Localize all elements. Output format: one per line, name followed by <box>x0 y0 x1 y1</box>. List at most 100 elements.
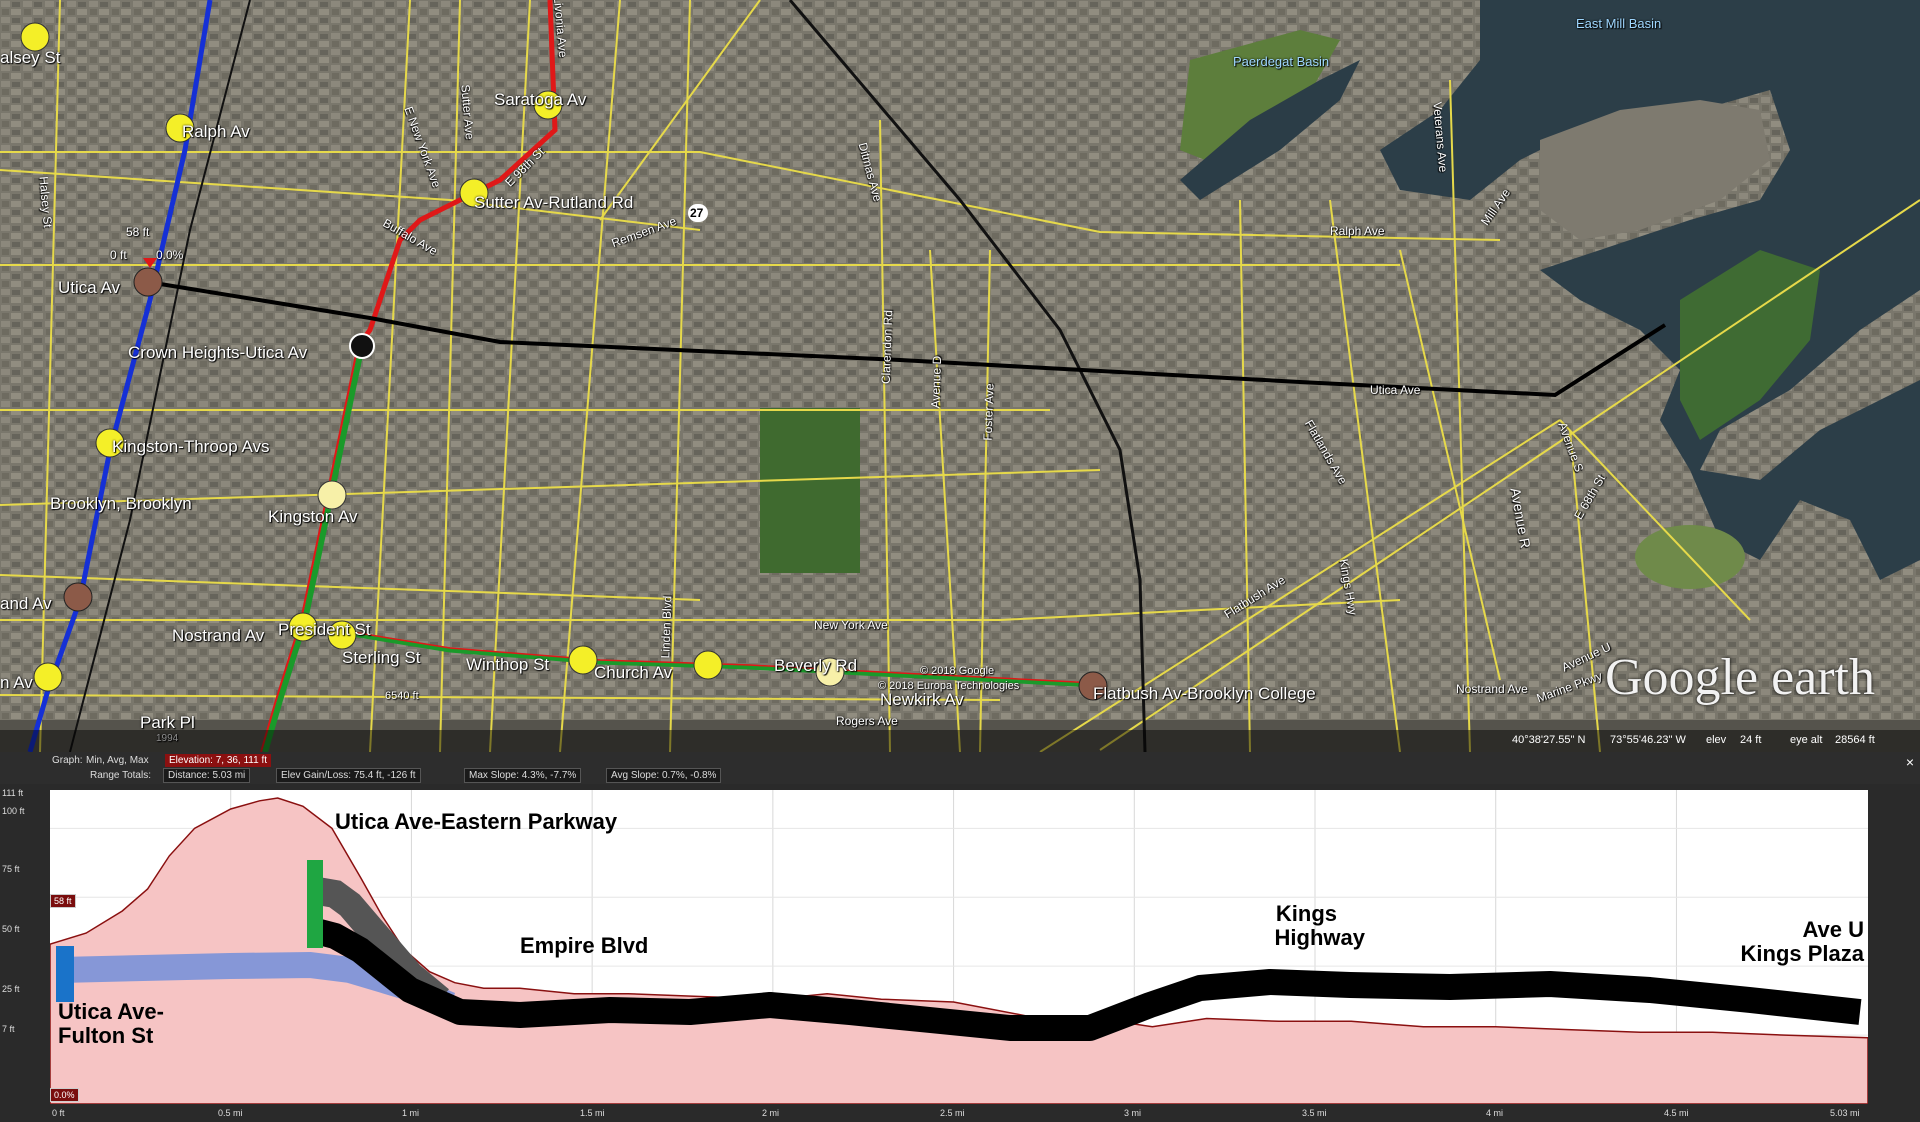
station-label-eastern-parkway: Utica Ave-Eastern Parkway <box>335 809 618 834</box>
station-label[interactable]: Flatbush Av-Brooklyn College <box>1093 684 1316 704</box>
water-label: Paerdegat Basin <box>1233 54 1330 69</box>
street-label: Buffalo Ave <box>380 215 440 259</box>
google-earth-logo: Google earth <box>1605 649 1876 706</box>
graph-value[interactable]: Min, Avg, Max <box>82 754 153 767</box>
y-tick-label: 111 ft <box>2 788 24 798</box>
station-label[interactable]: Saratoga Av <box>494 90 586 110</box>
station-label[interactable]: Kingston-Throop Avs <box>112 437 270 457</box>
water-label: East Mill Basin <box>1576 16 1662 31</box>
street-label: Flatlands Ave <box>1301 417 1350 487</box>
scale-label: 6540 ft <box>385 690 419 702</box>
x-tick-label: 1.5 mi <box>580 1108 605 1118</box>
station-label[interactable]: Kingston Av <box>268 507 357 527</box>
street-label: E 68th St <box>1571 472 1609 522</box>
elevation-plot[interactable]: Utica Ave- Fulton St Utica Ave-Eastern Pa… <box>50 790 1868 1104</box>
avg-slope: Avg Slope: 0.7%, -0.8% <box>606 768 722 783</box>
eastern-parkway-marker <box>307 860 323 948</box>
station-label[interactable]: alsey St <box>0 48 60 68</box>
y-tick-label: 7 ft <box>2 1024 15 1034</box>
street-label: E New York Ave <box>401 104 444 190</box>
map-labels: alsey St Ralph Av Utica Av Crown Heights… <box>0 0 1920 752</box>
street-label: Marine Pkwy <box>1534 668 1605 706</box>
x-tick-label: 5.03 mi <box>1830 1108 1860 1118</box>
eye-alt-label: eye alt <box>1790 734 1823 746</box>
street-label: New York Ave <box>814 618 888 632</box>
station-label[interactable]: Utica Av <box>58 278 120 298</box>
y-tick-label: 25 ft <box>2 984 20 994</box>
street-label: Kings Hwy <box>1336 557 1361 617</box>
street-label: Mill Ave <box>1478 186 1514 228</box>
marker-ground: 0 ft <box>110 248 127 262</box>
utica-fulton-marker <box>56 946 74 1002</box>
street-label: Rogers Ave <box>836 714 898 728</box>
station-label[interactable]: Nostrand Av <box>172 626 264 646</box>
station-label[interactable]: Church Av <box>594 663 672 683</box>
y-tick-label: 75 ft <box>2 864 20 874</box>
street-label: Foster Ave <box>980 383 997 441</box>
station-label[interactable]: and Av <box>0 594 52 614</box>
station-label[interactable]: Sterling St <box>342 648 420 668</box>
street-label: E 98th St <box>502 144 548 190</box>
street-label: Sutter Ave <box>458 83 477 141</box>
station-label[interactable]: n Av <box>0 673 33 693</box>
x-tick-label: 3 mi <box>1124 1108 1142 1118</box>
x-tick-label: 2 mi <box>762 1108 780 1118</box>
x-tick-label: 4 mi <box>1486 1108 1504 1118</box>
street-label: Newkirk Av <box>880 690 964 709</box>
x-tick-label: 1 mi <box>402 1108 420 1118</box>
y-tick-label: 50 ft <box>2 924 20 934</box>
street-label: Veterans Ave <box>1430 101 1451 173</box>
elevation-chart[interactable] <box>50 790 1868 1104</box>
terrain-area <box>50 797 1868 1104</box>
elevation-value[interactable]: Elevation: 7, 36, 111 ft <box>165 754 272 767</box>
station-label-ave-u: Ave U Kings Plaza <box>1740 917 1864 966</box>
latitude-readout: 40°38'27.55" N <box>1512 734 1586 746</box>
map-status-bar: 40°38'27.55" N 73°55'46.23" W elev 24 ft… <box>0 730 1920 752</box>
street-label: Ditmas Ave <box>855 140 885 204</box>
station-label-utica-fulton: Utica Ave- Fulton St <box>58 999 164 1048</box>
longitude-readout: 73°55'46.23" W <box>1610 734 1686 746</box>
station-label[interactable]: Brooklyn, Brooklyn <box>50 494 192 514</box>
street-label: Avenue S <box>1555 420 1587 474</box>
profile-header: Graph: Min, Avg, Max Elevation: 7, 36, 1… <box>0 752 1920 784</box>
x-tick-label: 0 ft <box>52 1108 65 1118</box>
station-label-kings-hwy: Kings Highway <box>1274 901 1365 950</box>
street-label: Halsey St <box>36 175 55 229</box>
station-label[interactable]: Sutter Av-Rutland Rd <box>474 193 633 213</box>
elevation-profile-panel: Graph: Min, Avg, Max Elevation: 7, 36, 1… <box>0 752 1920 1122</box>
street-label: Clarendon Rd <box>878 309 896 385</box>
elevation-marker-tag: 58 ft <box>50 894 76 908</box>
station-label[interactable]: Beverly Rd <box>774 656 857 676</box>
x-tick-label: 2.5 mi <box>940 1108 965 1118</box>
street-label: Ralph Ave <box>1330 224 1385 238</box>
station-label[interactable]: Ralph Av <box>182 122 250 142</box>
x-tick-label: 0.5 mi <box>218 1108 243 1118</box>
street-label: Linden Blvd <box>658 595 675 659</box>
marker-elevation: 58 ft <box>126 225 150 239</box>
elev-readout: 24 ft <box>1740 734 1762 746</box>
graph-label: Graph: <box>52 755 83 766</box>
station-label[interactable]: Crown Heights-Utica Av <box>128 343 307 363</box>
station-label-empire: Empire Blvd <box>520 933 649 958</box>
satellite-map[interactable]: alsey St Ralph Av Utica Av Crown Heights… <box>0 0 1920 752</box>
route-badge: 27 <box>690 206 704 220</box>
street-label: Flatbush Ave <box>1221 572 1288 622</box>
marker-percent: 0.0% <box>156 248 184 262</box>
x-tick-label: 4.5 mi <box>1664 1108 1689 1118</box>
range-label: Range Totals: <box>90 770 151 781</box>
station-label[interactable]: President St <box>278 620 371 640</box>
street-label: Avenue D <box>928 355 945 409</box>
slope-readout-tag: 0.0% <box>50 1088 79 1102</box>
elev-gain-loss: Elev Gain/Loss: 75.4 ft, -126 ft <box>276 768 421 783</box>
street-label: Utica Ave <box>1370 383 1421 397</box>
copyright-label: © 2018 Google <box>920 665 995 677</box>
station-label[interactable]: Winthop St <box>466 655 549 675</box>
close-icon[interactable]: × <box>1906 754 1914 770</box>
street-label: Nostrand Ave <box>1456 682 1528 696</box>
y-tick-label: 100 ft <box>2 806 25 816</box>
elev-label: elev <box>1706 734 1727 746</box>
street-label: Livonia Ave <box>550 0 571 59</box>
street-label: Avenue R <box>1507 486 1534 550</box>
max-slope: Max Slope: 4.3%, -7.7% <box>464 768 582 783</box>
distance-total: Distance: 5.03 mi <box>163 768 251 783</box>
